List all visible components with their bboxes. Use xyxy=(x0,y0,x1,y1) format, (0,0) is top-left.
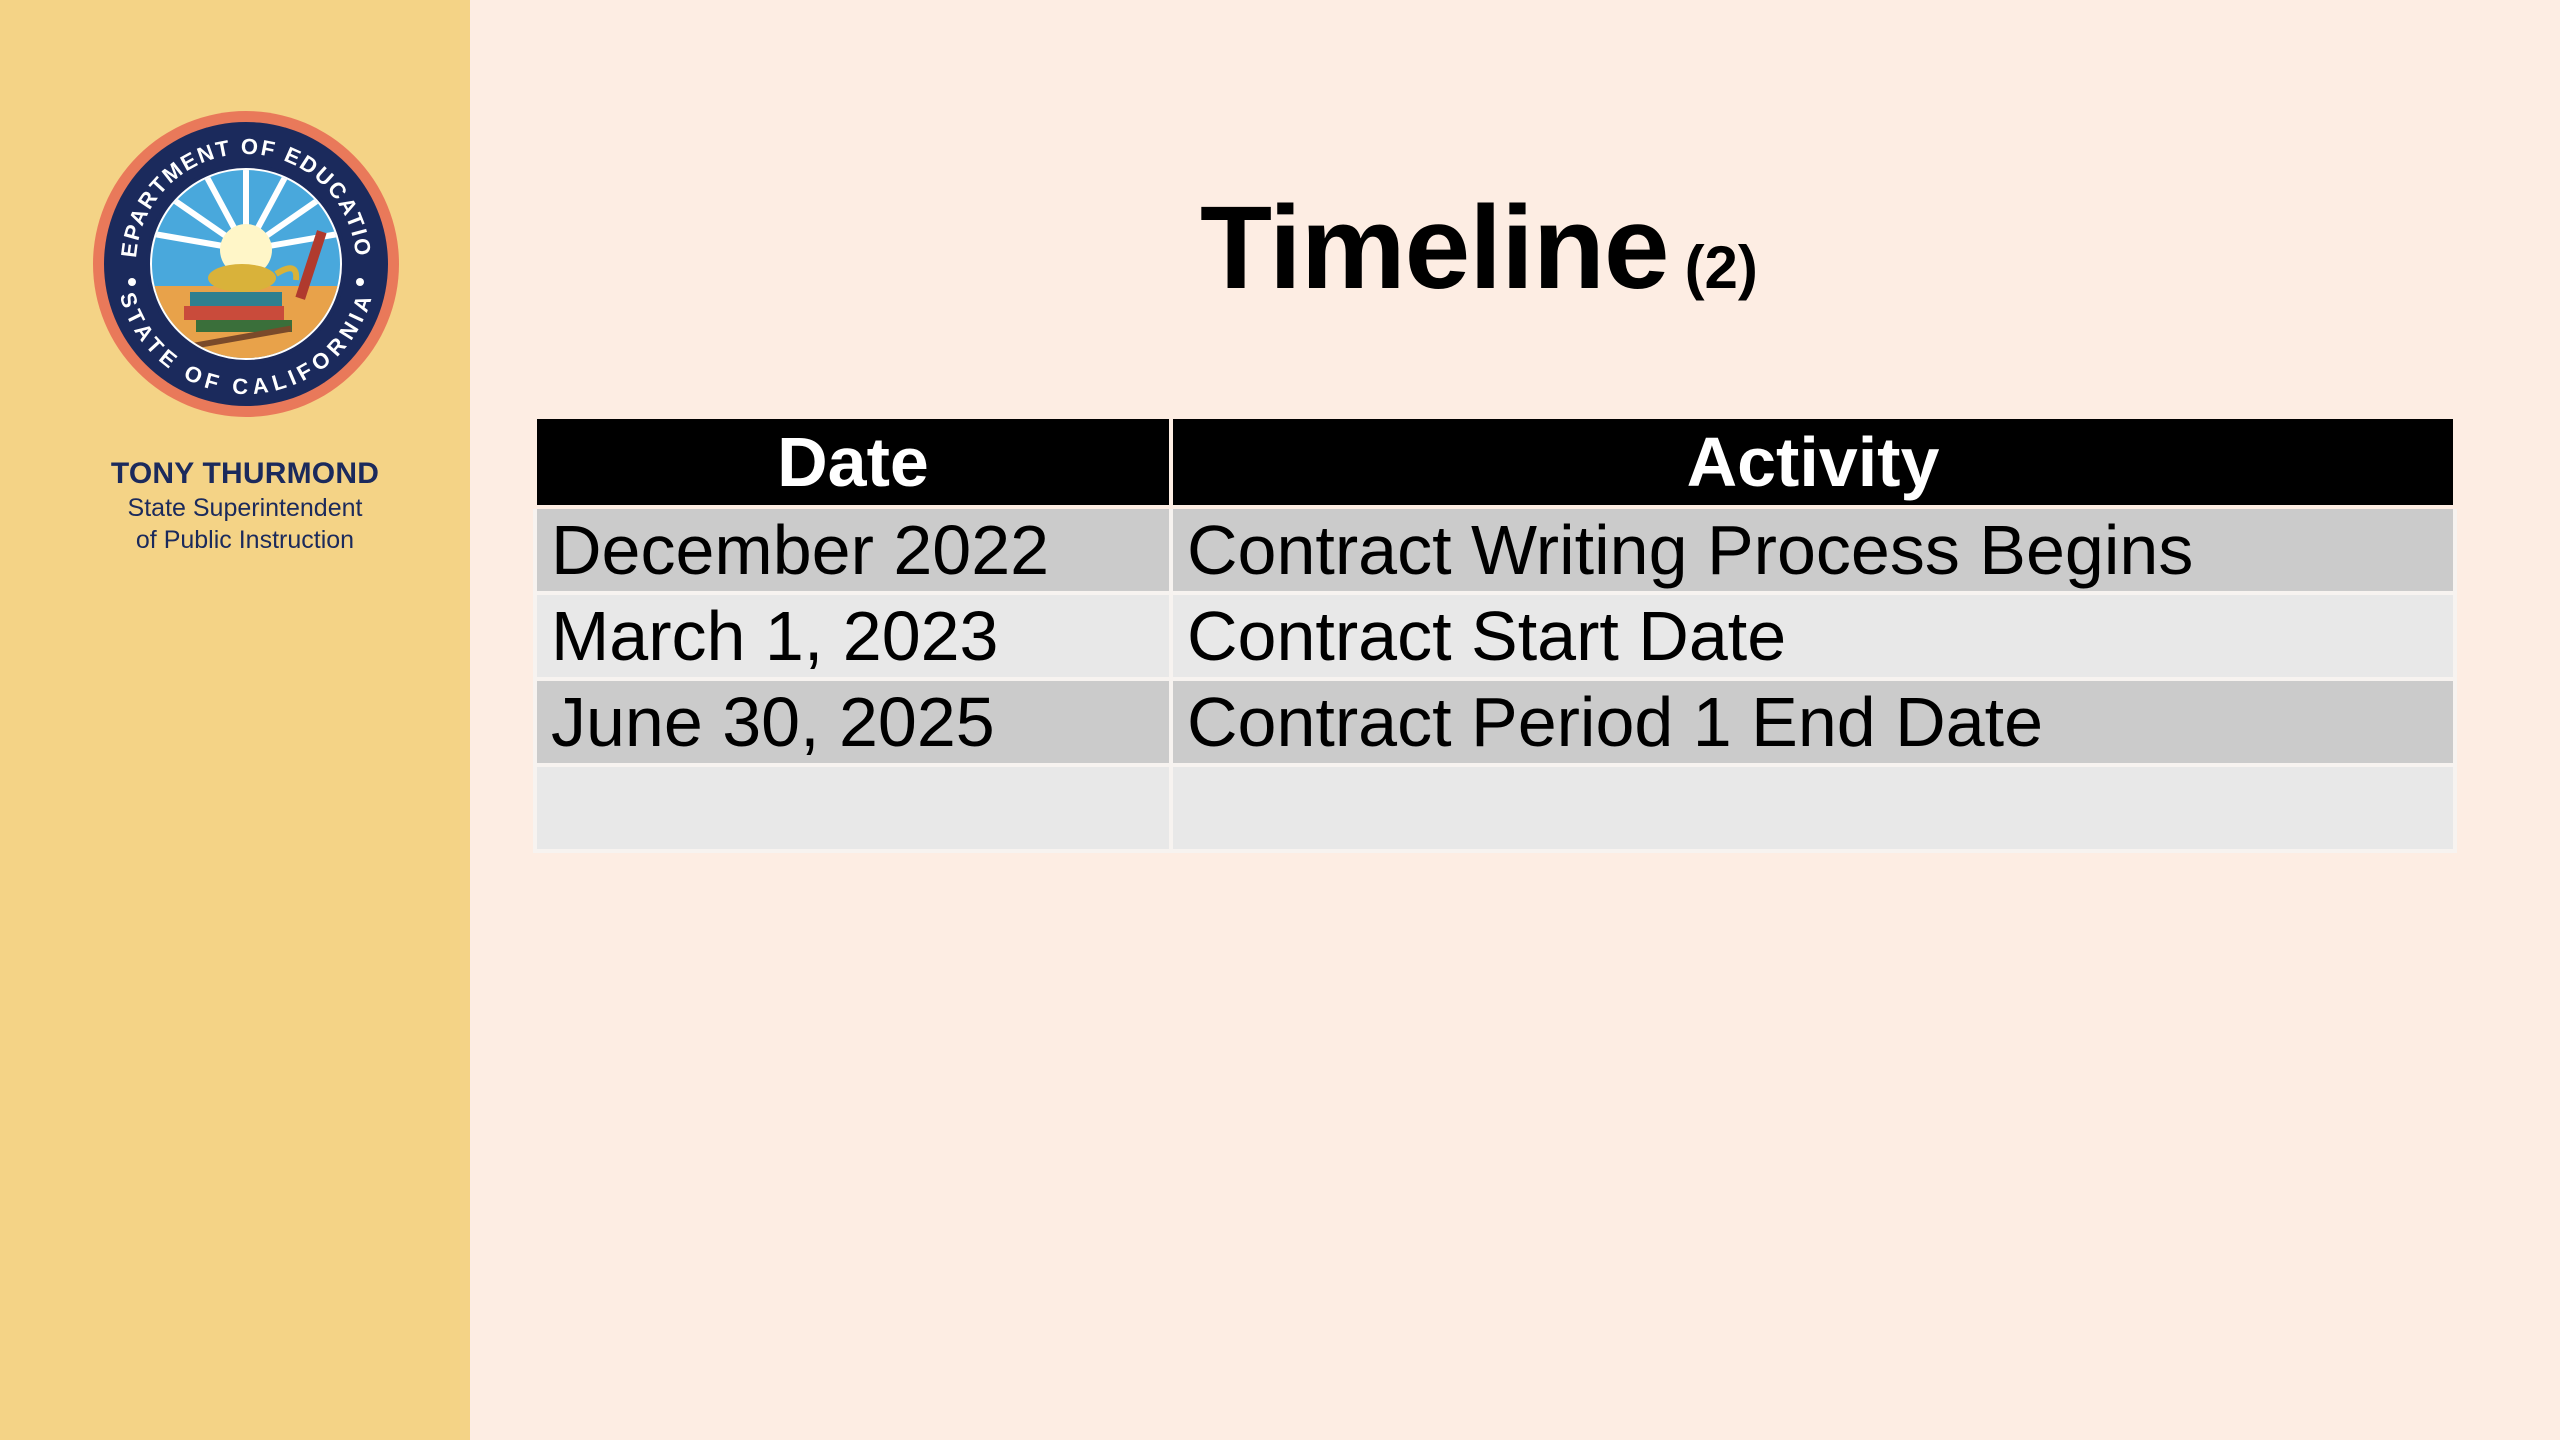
timeline-table: Date Activity December 2022 Contract Wri… xyxy=(533,415,2457,853)
table-row: March 1, 2023 Contract Start Date xyxy=(533,591,2457,681)
table-header-row: Date Activity xyxy=(533,415,2457,509)
superintendent-title-line2: of Public Instruction xyxy=(135,526,355,554)
table-row: June 30, 2025 Contract Period 1 End Date xyxy=(533,677,2457,767)
table-cell-date: December 2022 xyxy=(533,505,1173,595)
table-cell-date: March 1, 2023 xyxy=(533,591,1173,681)
column-header-date: Date xyxy=(533,415,1173,509)
table-cell-date: June 30, 2025 xyxy=(533,677,1173,767)
column-header-activity: Activity xyxy=(1169,415,2457,509)
superintendent-name: TONY THURMOND xyxy=(110,457,380,490)
slide-title: Timeline (2) xyxy=(1200,180,1758,316)
department-seal-logo: DEPARTMENT OF EDUCATION STATE OF CALIFOR… xyxy=(92,110,400,418)
superintendent-block: TONY THURMOND State Superintendent of Pu… xyxy=(0,456,490,556)
table-cell-activity: Contract Start Date xyxy=(1169,591,2457,681)
superintendent-title-line1: State Superintendent xyxy=(127,494,363,522)
slide-title-suffix: (2) xyxy=(1684,234,1758,301)
table-cell-activity: Contract Period 1 End Date xyxy=(1169,677,2457,767)
slide: DEPARTMENT OF EDUCATION STATE OF CALIFOR… xyxy=(0,0,2560,1440)
table-cell-activity xyxy=(1169,763,2457,853)
table-cell-activity: Contract Writing Process Begins xyxy=(1169,505,2457,595)
slide-title-text: Timeline xyxy=(1200,182,1670,314)
table-row-empty xyxy=(533,763,2457,853)
table-cell-date xyxy=(533,763,1173,853)
sidebar: DEPARTMENT OF EDUCATION STATE OF CALIFOR… xyxy=(0,0,470,1440)
table-row: December 2022 Contract Writing Process B… xyxy=(533,505,2457,595)
